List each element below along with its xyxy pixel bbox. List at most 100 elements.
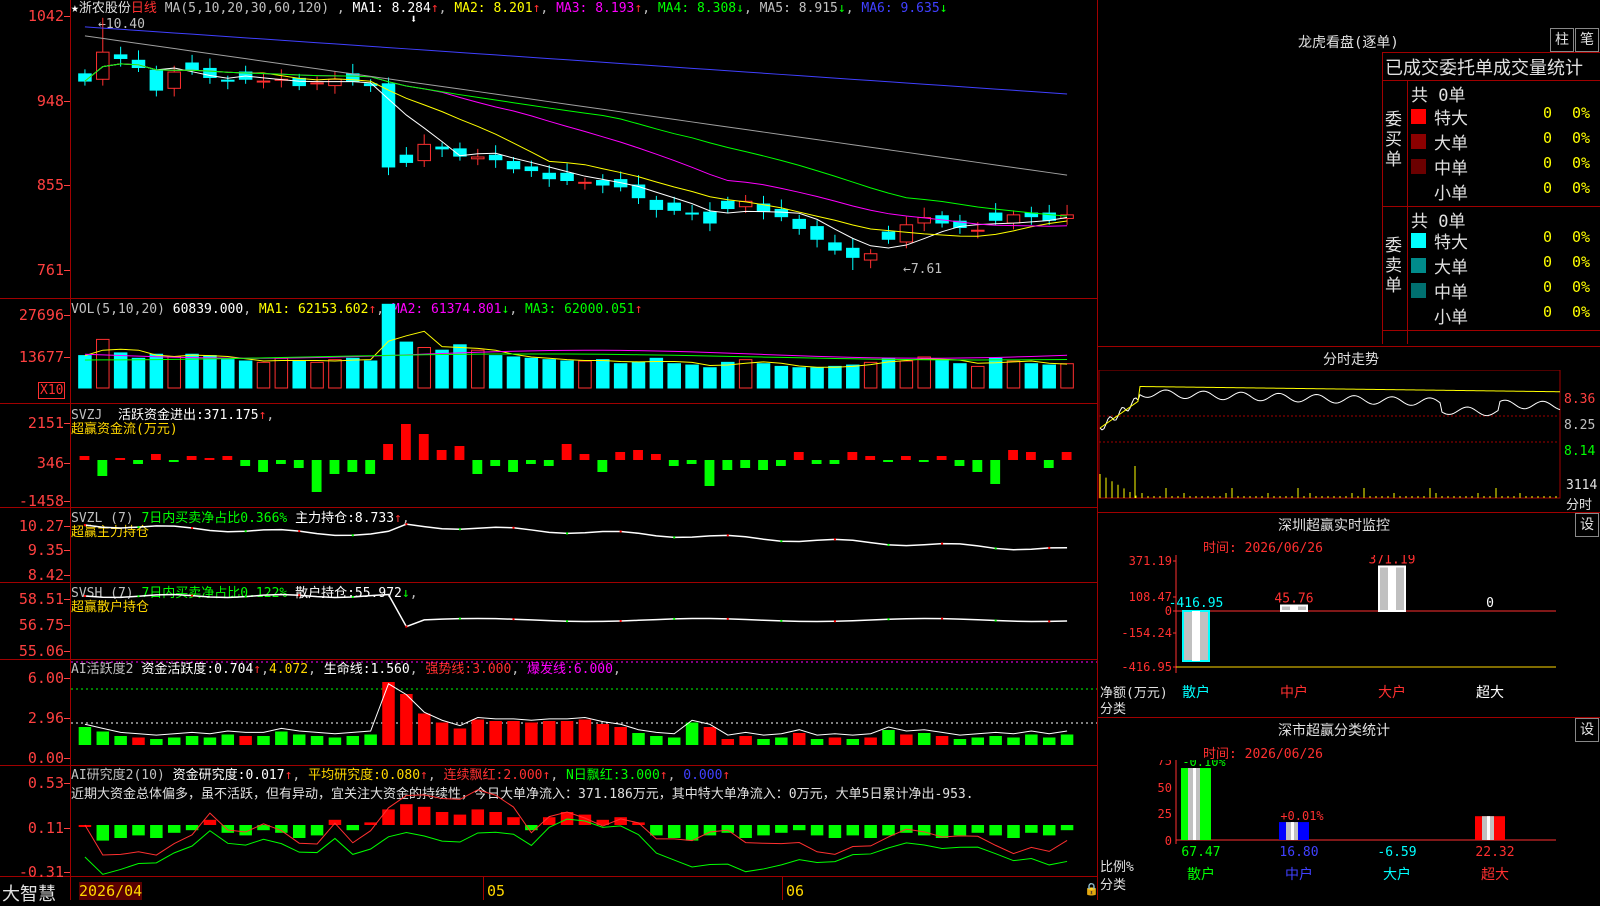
- activity-bar: [382, 682, 395, 745]
- ma-line: [84, 35, 1068, 176]
- volume-bar: [774, 365, 789, 389]
- flow-bar: [651, 454, 661, 460]
- monitor-title: 深圳超赢实时监控: [1278, 518, 1390, 534]
- monitor-settings-button[interactable]: 设: [1575, 513, 1599, 537]
- y-label: 13677: [18, 348, 64, 366]
- holding-line: [84, 523, 1068, 551]
- flow-bar: [990, 460, 1001, 484]
- stat-val: 0: [1543, 104, 1553, 122]
- intraday-chart[interactable]: [1098, 370, 1600, 510]
- flow-bar: [811, 460, 822, 464]
- brand-logo: 大智慧: [2, 884, 56, 905]
- flow-bar: [240, 460, 251, 466]
- ai-research-chart[interactable]: [71, 765, 1097, 876]
- volume-bar: [863, 361, 878, 389]
- bar-mode-button[interactable]: 柱: [1550, 28, 1574, 52]
- holding-dot: [726, 534, 729, 537]
- class-bottom-label: 67.47: [1181, 845, 1220, 860]
- volume-bar: [1024, 363, 1039, 389]
- volume-bar: [435, 349, 449, 389]
- flow-bar: [168, 460, 179, 462]
- stat-val: 0: [1543, 129, 1553, 147]
- activity-line: [84, 683, 1068, 736]
- intraday-title: 分时走势: [1323, 352, 1379, 368]
- stat-name: 特大: [1434, 233, 1468, 253]
- flow-bar: [472, 460, 483, 474]
- class-settings-button[interactable]: 设: [1575, 718, 1599, 742]
- right-panel: 龙虎看盘(逐单) 柱 笔 已成交委托单成交量统计 委买单 委卖单 共 0单 共 …: [1098, 0, 1600, 900]
- activity-bar: [364, 734, 377, 745]
- activity-bar: [578, 719, 592, 745]
- legend-swatch: [1411, 109, 1426, 124]
- holding-dot: [83, 595, 86, 597]
- legend-swatch: [1411, 233, 1426, 248]
- flow-bar: [1008, 450, 1018, 460]
- activity-bar: [560, 721, 574, 745]
- flow-bar: [133, 460, 143, 464]
- activity-bar: [775, 737, 788, 745]
- volume-bar: [78, 355, 92, 389]
- volume-bar: [274, 357, 289, 389]
- volume-chart[interactable]: [71, 298, 1097, 403]
- research-bar: [310, 825, 324, 836]
- left-chart-area[interactable]: ★浙农股份日线 MA(5,10,20,30,60,120) , MA1: 8.2…: [0, 0, 1099, 905]
- research-bar: [828, 825, 842, 838]
- holding-dot: [244, 530, 247, 533]
- activity-bar: [935, 736, 949, 745]
- research-bar: [203, 819, 217, 825]
- activity-bar: [953, 739, 967, 745]
- flow-bar: [972, 460, 983, 472]
- class-chart[interactable]: 75 50 25 0 -0.10% 67.47 散户 +0.01% 16.80 中户 -6.59 大户…: [1098, 760, 1600, 900]
- research-bar: [435, 812, 449, 825]
- research-bar: [864, 825, 877, 838]
- research-bar: [328, 819, 342, 825]
- activity-bar: [292, 734, 306, 745]
- volume-bar: [810, 367, 824, 389]
- volume-bar: [971, 365, 985, 389]
- volume-bar: [399, 341, 414, 389]
- flow-bar: [740, 460, 751, 468]
- activity-bar: [882, 730, 895, 745]
- candle: [292, 77, 306, 87]
- class-cat-label: 散户: [1187, 866, 1215, 883]
- volume-bar: [721, 361, 735, 389]
- class-bottom-label: -6.59: [1377, 845, 1416, 860]
- activity-bar: [846, 739, 860, 745]
- flow-bar: [436, 450, 447, 460]
- flow-bar: [758, 460, 768, 470]
- holding-dot: [137, 595, 140, 598]
- monitor-cat-label: 大户: [1378, 684, 1406, 701]
- flow-bar: [615, 452, 626, 460]
- svzj-chart[interactable]: [71, 403, 1097, 507]
- volume-bar: [631, 361, 646, 389]
- candlestick-chart[interactable]: [71, 0, 1097, 298]
- volume-bar: [167, 356, 181, 389]
- ai-activity-chart[interactable]: [71, 659, 1097, 765]
- volume-bar: [1042, 364, 1056, 389]
- flow-bar: [597, 460, 608, 472]
- ma-line: [84, 63, 1068, 227]
- monitor-chart[interactable]: 371.19 108.47 0 -154.24 -416.95 -416.95 散户 45.7…: [1098, 555, 1600, 715]
- research-bar: [792, 825, 806, 831]
- stat-name: 小单: [1434, 184, 1468, 204]
- y-label: 27696: [18, 306, 64, 324]
- candle: [703, 211, 717, 224]
- class-ylabel: 比例%: [1100, 860, 1134, 875]
- stat-pct: 0%: [1572, 154, 1591, 172]
- lock-icon[interactable]: 🔒: [1084, 882, 1099, 896]
- volume-bar: [221, 359, 235, 389]
- activity-bar: [1025, 734, 1038, 745]
- research-line-red: [84, 789, 1068, 856]
- activity-bar: [757, 739, 770, 745]
- activity-bar: [239, 736, 252, 745]
- activity-bar: [471, 719, 485, 745]
- holding-dot: [512, 618, 515, 621]
- stat-val: 0: [1543, 253, 1553, 271]
- research-bar: [775, 825, 788, 833]
- monitor-bar-highlight: [1192, 611, 1200, 661]
- research-bar: [667, 825, 681, 838]
- flow-bar: [847, 452, 858, 460]
- svzl-chart[interactable]: [71, 507, 1097, 582]
- tick-mode-button[interactable]: 笔: [1575, 28, 1599, 52]
- svsh-chart[interactable]: [71, 582, 1097, 659]
